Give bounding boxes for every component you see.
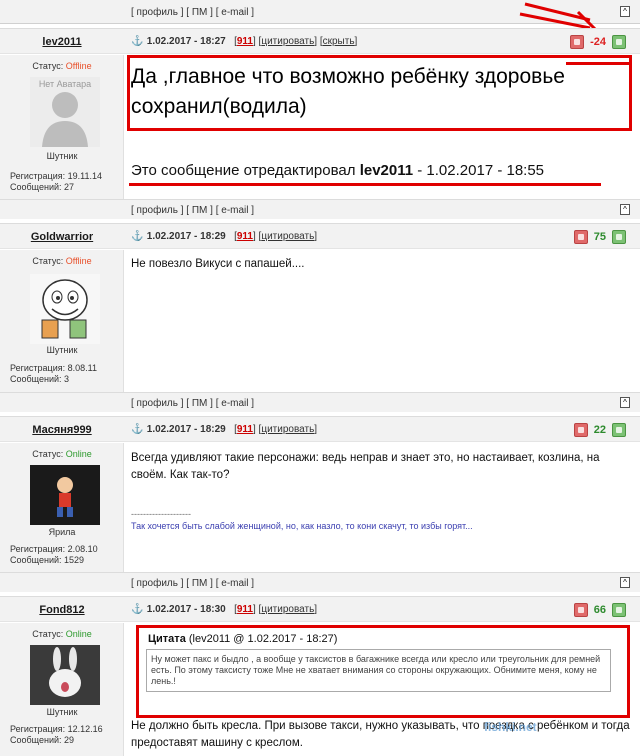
red-underline-annotation (129, 183, 601, 186)
rating: -24 (570, 34, 626, 50)
anchor-icon[interactable]: ⚓ (131, 424, 143, 435)
author-nick[interactable]: lev2011 (0, 36, 124, 48)
author-registration: Регистрация: 2.08.10 Сообщений: 1529 (10, 544, 98, 565)
red-box-annotation (136, 625, 630, 718)
author-panel: Статус: Offline Нет Аватара Шутник Регис… (0, 55, 124, 201)
scroll-top-button[interactable]: ^ (620, 204, 630, 215)
thumbs-up-icon[interactable] (612, 603, 626, 617)
rating: 22 (573, 422, 626, 438)
thumbs-up-icon[interactable] (612, 230, 626, 244)
anchor-icon[interactable]: ⚓ (131, 604, 143, 615)
author-status: Статус: Offline (32, 61, 92, 71)
post-text: Не должно быть кресла. При вызове такси,… (131, 720, 630, 749)
anchor-icon[interactable]: ⚓ (131, 36, 143, 47)
rating-score: 22 (593, 424, 606, 436)
thumbs-down-icon[interactable] (570, 35, 585, 49)
avatar (30, 645, 100, 705)
post-meta: ⚓ 1.02.2017 - 18:29 [911] [цитировать] (131, 424, 318, 435)
troll-face-avatar (30, 274, 100, 344)
profile-links[interactable]: [ профиль ] [ ПМ ] [ e-mail ] (131, 398, 254, 409)
avatar (30, 465, 100, 525)
thumbs-down-icon[interactable] (573, 603, 588, 617)
thumbs-up-icon[interactable] (612, 423, 626, 437)
author-rank: Ярила (48, 527, 76, 537)
post-date: 1.02.2017 - 18:30 (146, 604, 226, 615)
post-number[interactable]: 911 (237, 36, 253, 47)
rating: 66 (573, 602, 626, 618)
anchor-icon[interactable]: ⚓ (131, 231, 143, 242)
author-rank: Шутник (46, 707, 78, 717)
quote-link[interactable]: цитировать (261, 604, 314, 615)
thumbs-down-icon[interactable] (573, 230, 588, 244)
rating: 75 (573, 229, 626, 245)
author-registration: Регистрация: 8.08.11 Сообщений: 3 (10, 363, 97, 384)
edit-note: Это сообщение отредактировал lev2011 - 1… (131, 162, 545, 179)
author-registration: Регистрация: 19.11.14 Сообщений: 27 (10, 171, 102, 192)
post-date: 1.02.2017 - 18:29 (146, 424, 226, 435)
post-header: lev2011 ⚓ 1.02.2017 - 18:27 [911] [цитир… (0, 28, 640, 54)
red-underline-score-annotation (566, 62, 632, 65)
red-box-annotation (127, 55, 632, 131)
scroll-top-button[interactable]: ^ (620, 577, 630, 588)
post-text: Не повезло Викуси с папашей.... (131, 258, 305, 270)
author-rank: Шутник (46, 151, 78, 161)
avatar-label: Нет Аватара (38, 79, 92, 89)
post-footer: [ профиль ] [ ПМ ] [ e-mail ] ^ (0, 392, 640, 412)
post-meta: ⚓ 1.02.2017 - 18:27 [911] [цитировать] [… (131, 36, 358, 47)
post-number[interactable]: 911 (237, 424, 253, 435)
quote-link[interactable]: цитировать (261, 231, 314, 242)
profile-links[interactable]: [ профиль ] [ ПМ ] [ e-mail ] (131, 205, 254, 216)
author-nick[interactable]: Goldwarrior (0, 231, 124, 243)
author-nick[interactable]: Масяня999 (0, 424, 124, 436)
author-rank: Шутник (46, 345, 78, 355)
post-meta: ⚓ 1.02.2017 - 18:29 [911] [цитировать] (131, 231, 318, 242)
author-status: Статус: Online (32, 629, 92, 639)
post-header: Fond812 ⚓ 1.02.2017 - 18:30 [911] [цитир… (0, 596, 640, 622)
cartoon-character-avatar (30, 465, 100, 525)
scroll-top-button[interactable]: ^ (620, 6, 630, 17)
scroll-top-button[interactable]: ^ (620, 397, 630, 408)
profile-links[interactable]: [ профиль ] [ ПМ ] [ e-mail ] (131, 578, 254, 589)
author-status: Статус: Offline (32, 256, 92, 266)
post-number[interactable]: 911 (237, 231, 253, 242)
author-panel: Статус: Online Шутник Регистрация: 12.12… (0, 623, 124, 756)
hide-link[interactable]: скрыть (323, 36, 355, 47)
post-text: Всегда удивляют такие персонажи: ведь не… (131, 452, 600, 481)
profile-links[interactable]: [ профиль ] [ ПМ ] [ e-mail ] (131, 7, 254, 18)
thumbs-up-icon[interactable] (612, 35, 626, 49)
author-panel: Статус: Offline Шутник Регистрация: 8.08… (0, 250, 124, 392)
post-meta: ⚓ 1.02.2017 - 18:30 [911] [цитировать] (131, 604, 318, 615)
author-status: Статус: Online (32, 449, 92, 459)
post-date: 1.02.2017 - 18:27 (146, 36, 226, 47)
post-footer: [ профиль ] [ ПМ ] [ e-mail ] ^ (0, 572, 640, 592)
avatar (30, 274, 100, 344)
rating-score: 66 (593, 604, 606, 616)
author-panel: Статус: Online Ярила Регистрация: 2.08.1… (0, 443, 124, 572)
author-nick[interactable]: Fond812 (0, 604, 124, 616)
rating-score: -24 (590, 36, 606, 48)
post-number[interactable]: 911 (237, 604, 253, 615)
site-watermark: fishki.net (484, 720, 537, 734)
post-header: Goldwarrior ⚓ 1.02.2017 - 18:29 [911] [ц… (0, 223, 640, 249)
post-header: Масяня999 ⚓ 1.02.2017 - 18:29 [911] [цит… (0, 416, 640, 442)
signature-separator: -------------------- (131, 509, 191, 519)
quote-link[interactable]: цитировать (261, 36, 314, 47)
quote-link[interactable]: цитировать (261, 424, 314, 435)
rabbit-photo-avatar (30, 645, 100, 705)
thumbs-down-icon[interactable] (573, 423, 588, 437)
author-registration: Регистрация: 12.12.16 Сообщений: 29 (10, 724, 103, 745)
signature: Так хочется быть слабой женщиной, но, ка… (131, 521, 473, 531)
no-avatar-placeholder: Нет Аватара (30, 77, 100, 147)
rating-score: 75 (593, 231, 606, 243)
post-footer: [ профиль ] [ ПМ ] [ e-mail ] ^ (0, 199, 640, 219)
post-date: 1.02.2017 - 18:29 (146, 231, 226, 242)
